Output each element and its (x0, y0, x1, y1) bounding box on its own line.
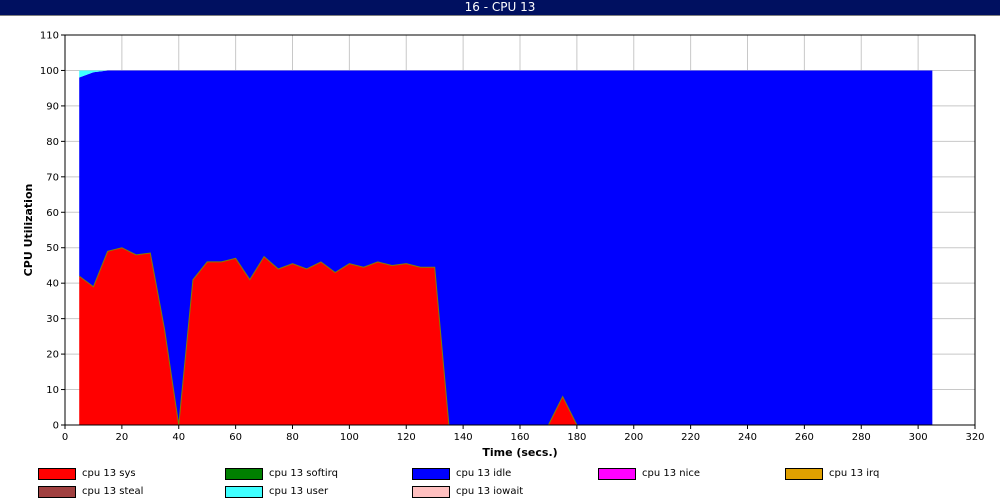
y-tick-label: 20 (46, 350, 59, 361)
legend-label: cpu 13 softirq (269, 468, 338, 479)
window-title: 16 - CPU 13 (464, 0, 536, 14)
x-tick-label: 180 (567, 432, 586, 443)
y-tick-label: 100 (40, 66, 59, 77)
legend-swatch (38, 468, 76, 480)
x-axis-label: Time (secs.) (482, 446, 557, 459)
x-tick-label: 120 (397, 432, 416, 443)
x-tick-label: 320 (965, 432, 984, 443)
legend-swatch (412, 486, 450, 498)
y-tick-label: 0 (53, 421, 59, 432)
x-tick-label: 140 (454, 432, 473, 443)
cpu-utilization-chart: 0 20 40 60 80 100 120 140 160 180 200 220 240 260 280 3… (22, 31, 985, 460)
x-tick-label: 280 (852, 432, 871, 443)
legend-label: cpu 13 iowait (456, 486, 524, 497)
legend-swatch (225, 468, 263, 480)
y-axis-ticks: 0 10 20 30 40 50 60 70 80 90 100 110 (40, 31, 65, 432)
x-tick-label: 240 (738, 432, 757, 443)
window-titlebar: 16 - CPU 13 (0, 0, 1000, 16)
x-tick-label: 60 (229, 432, 242, 443)
x-tick-label: 40 (172, 432, 185, 443)
legend-label: cpu 13 sys (82, 468, 136, 479)
x-tick-label: 0 (62, 432, 68, 443)
x-tick-label: 260 (795, 432, 814, 443)
legend-label: cpu 13 irq (829, 468, 880, 479)
y-tick-label: 60 (46, 208, 59, 219)
y-tick-label: 30 (46, 314, 59, 325)
x-tick-label: 220 (681, 432, 700, 443)
y-tick-label: 80 (46, 137, 59, 148)
y-tick-label: 40 (46, 279, 59, 290)
legend-label: cpu 13 nice (642, 468, 701, 479)
legend-swatch (598, 468, 636, 480)
x-axis-ticks: 0 20 40 60 80 100 120 140 160 180 200 220 240 260 280 3… (62, 425, 985, 443)
x-tick-label: 300 (909, 432, 928, 443)
x-tick-label: 100 (340, 432, 359, 443)
legend-swatch (225, 486, 263, 498)
x-tick-label: 20 (116, 432, 129, 443)
legend-swatch (38, 486, 76, 498)
y-tick-label: 10 (46, 385, 59, 396)
legend-label: cpu 13 steal (82, 486, 144, 497)
series-areas (79, 70, 933, 425)
x-tick-label: 80 (286, 432, 299, 443)
y-tick-label: 110 (40, 31, 59, 42)
legend-swatch (785, 468, 823, 480)
y-axis-label: CPU Utilization (22, 184, 35, 277)
legend-label: cpu 13 user (269, 486, 329, 497)
chart-legend: cpu 13 sys cpu 13 softirq cpu 13 idle cpu 1… (0, 465, 1000, 504)
y-tick-label: 90 (46, 101, 59, 112)
legend-label: cpu 13 idle (456, 468, 512, 479)
x-tick-label: 160 (510, 432, 529, 443)
y-tick-label: 70 (46, 172, 59, 183)
x-tick-label: 200 (624, 432, 643, 443)
y-tick-label: 50 (46, 243, 59, 254)
legend-swatch (412, 468, 450, 480)
